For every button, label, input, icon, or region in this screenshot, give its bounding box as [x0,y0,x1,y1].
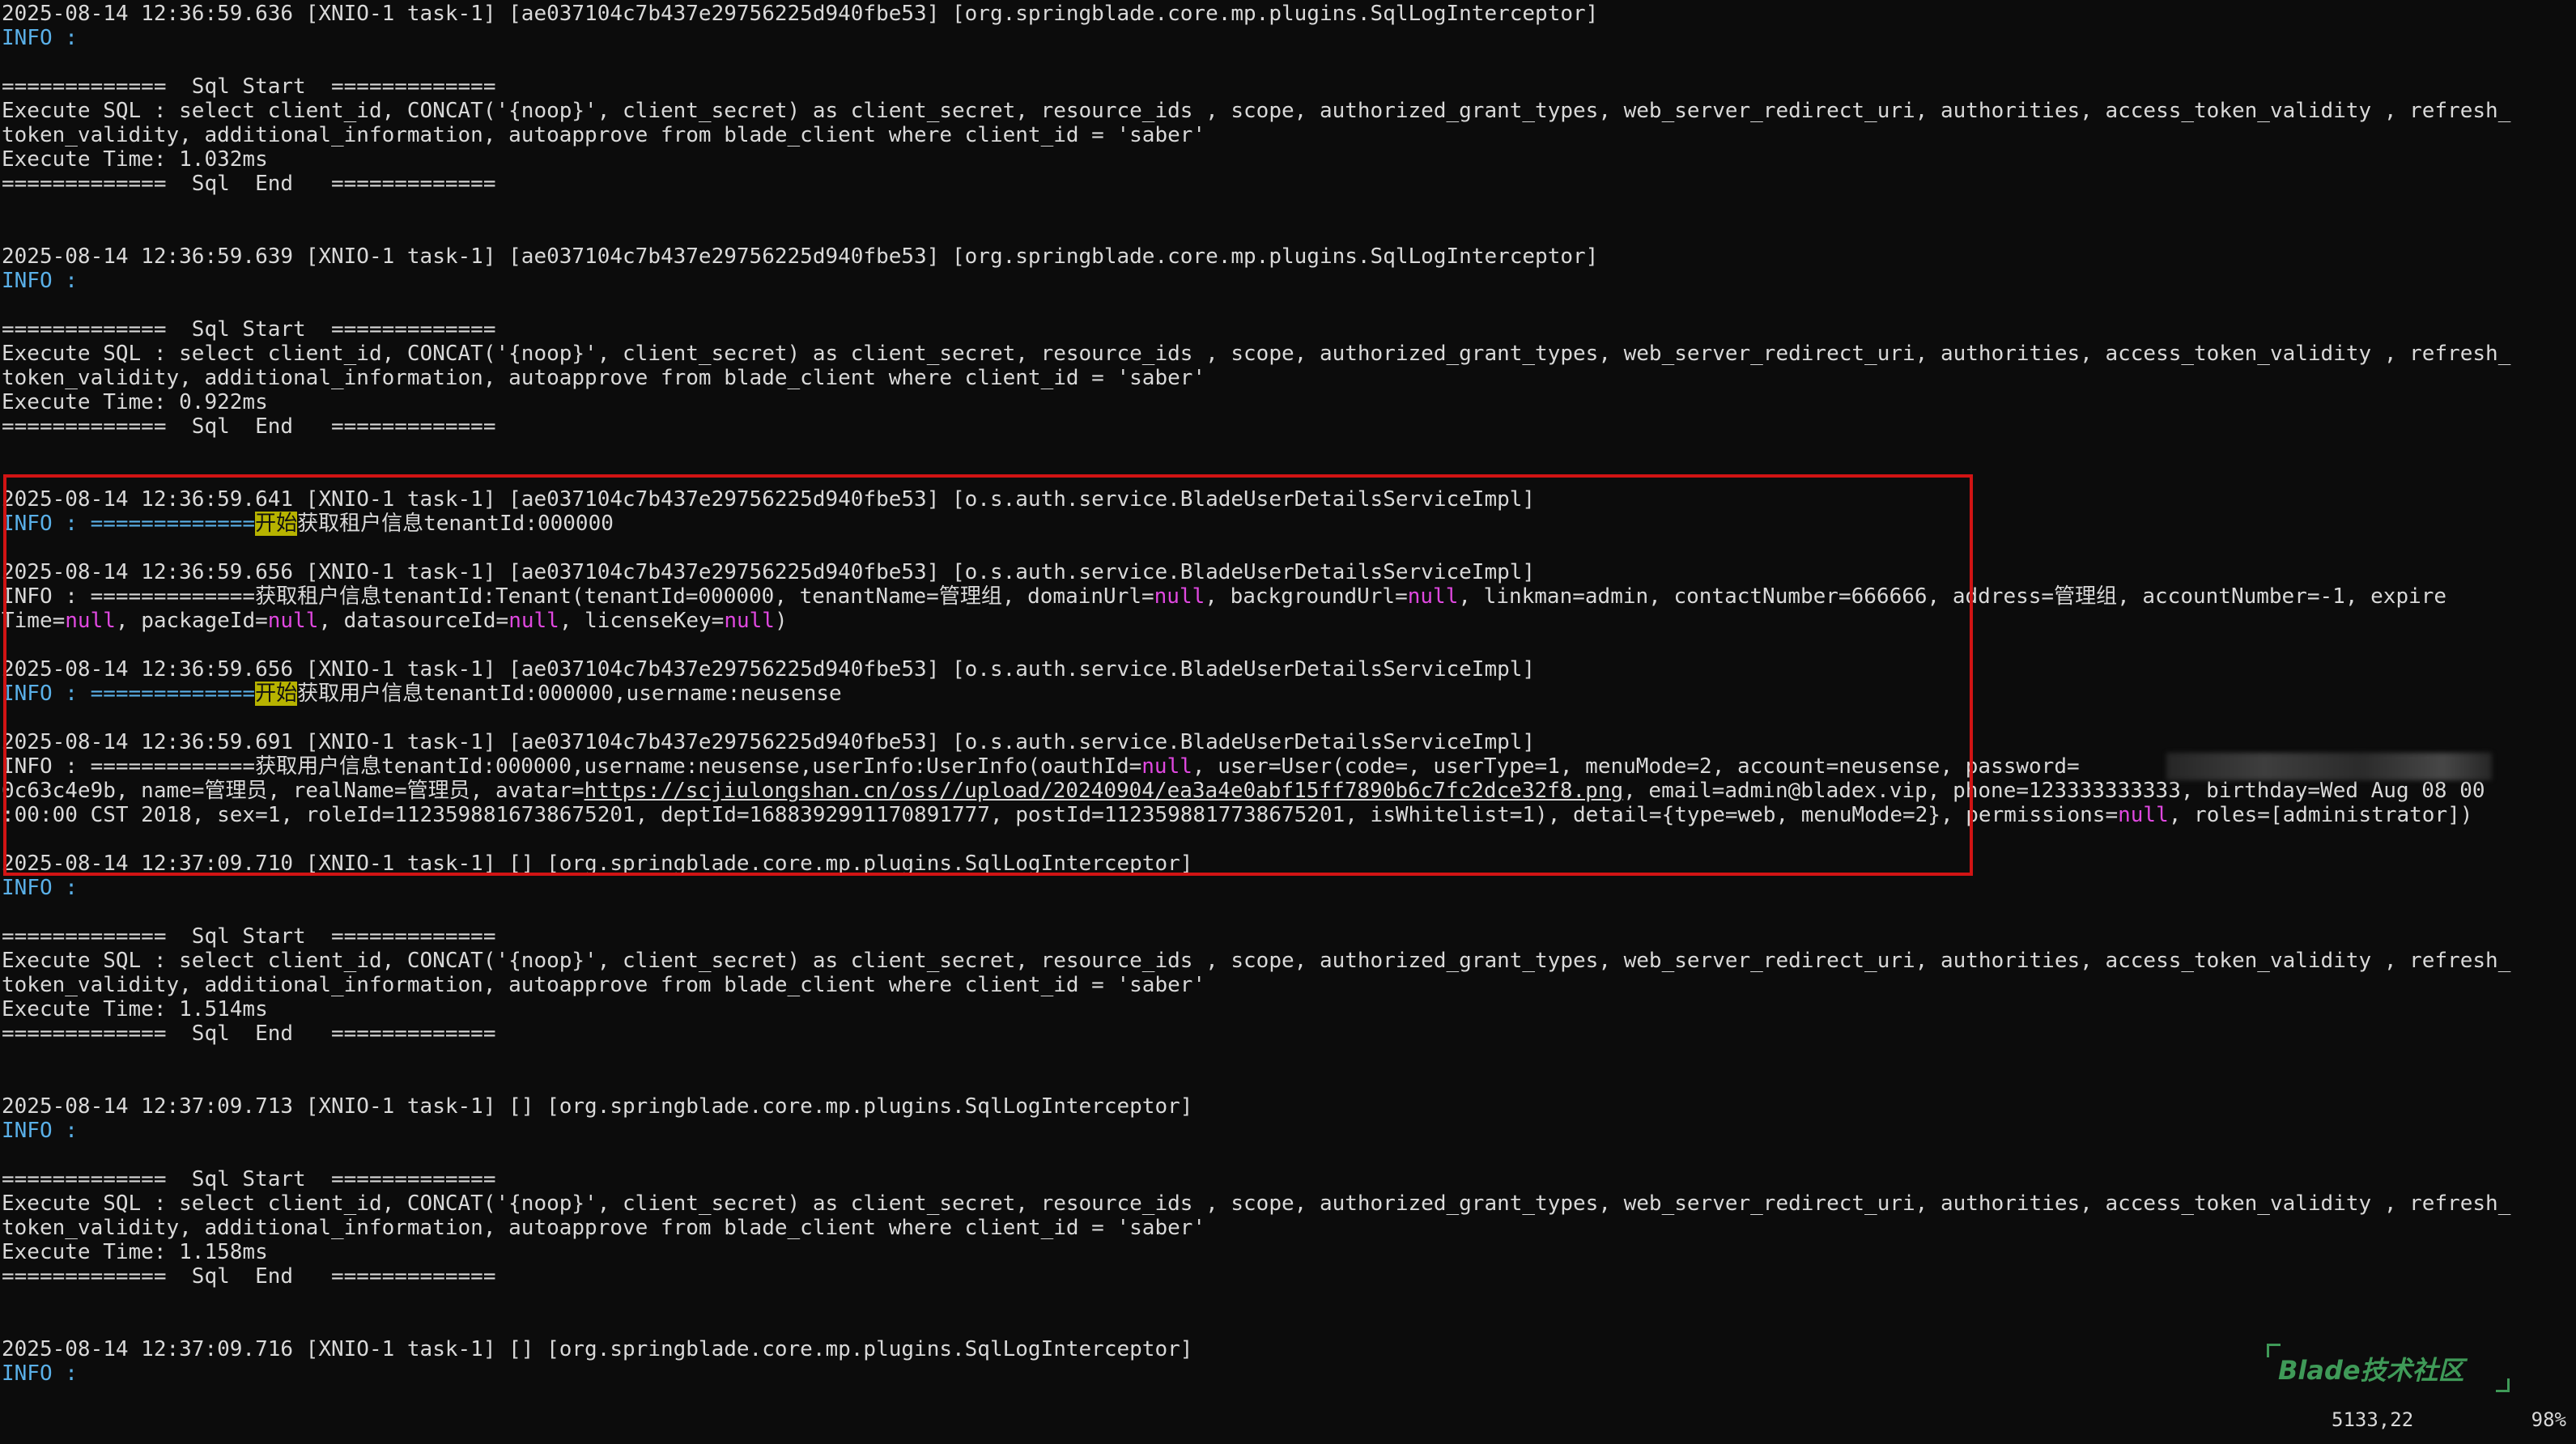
null-value: null [2118,803,2169,827]
sql-start-marker: ============= Sql Start ============= [2,317,496,342]
sql-statement-cont: token_validity, additional_information, … [2,973,1206,997]
sql-end-marker: ============= Sql End ============= [2,1264,496,1289]
log-level: INFO : [2,876,78,900]
log-header: 2025-08-14 12:37:09.713 [XNIO-1 task-1] … [2,1094,1193,1119]
sql-statement: Execute SQL : select client_id, CONCAT('… [2,1191,2511,1216]
sql-statement-cont: token_validity, additional_information, … [2,1216,1206,1240]
sql-start-marker: ============= Sql Start ============= [2,74,496,99]
execute-time: Execute Time: 1.158ms [2,1240,268,1264]
sql-statement: Execute SQL : select client_id, CONCAT('… [2,99,2511,123]
cursor-position: 5133,22 [2332,1408,2414,1431]
execute-time: Execute Time: 1.032ms [2,147,268,172]
password-redaction-blur [2166,753,2492,780]
log-level: INFO : [2,269,78,293]
sql-end-marker: ============= Sql End ============= [2,1021,496,1046]
execute-time: Execute Time: 0.922ms [2,390,268,414]
log-level: INFO : [2,26,78,50]
watermark-corner [2496,1378,2510,1392]
log-header: 2025-08-14 12:36:59.639 [XNIO-1 task-1] … [2,244,1599,269]
log-level: INFO : [2,1361,78,1386]
highlight-annotation-box [3,474,1973,876]
scroll-percent: 98% [2531,1408,2566,1431]
status-bar: 5133,22 98% [2332,1408,2566,1436]
sql-statement: Execute SQL : select client_id, CONCAT('… [2,949,2511,973]
sql-start-marker: ============= Sql Start ============= [2,1167,496,1191]
log-header: 2025-08-14 12:36:59.636 [XNIO-1 task-1] … [2,2,1599,26]
execute-time: Execute Time: 1.514ms [2,997,268,1021]
sql-statement-cont: token_validity, additional_information, … [2,366,1206,390]
sql-end-marker: ============= Sql End ============= [2,414,496,439]
log-header: 2025-08-14 12:37:09.716 [XNIO-1 task-1] … [2,1337,1193,1361]
sql-start-marker: ============= Sql Start ============= [2,924,496,949]
watermark: Blade技术社区 [2267,1344,2510,1392]
log-level: INFO : [2,1119,78,1143]
sql-statement-cont: token_validity, additional_information, … [2,123,1206,147]
sql-end-marker: ============= Sql End ============= [2,172,496,196]
user-info: , roles=[administrator]) [2168,803,2473,827]
sql-statement: Execute SQL : select client_id, CONCAT('… [2,342,2511,366]
watermark-text: Blade技术社区 [2278,1355,2464,1386]
